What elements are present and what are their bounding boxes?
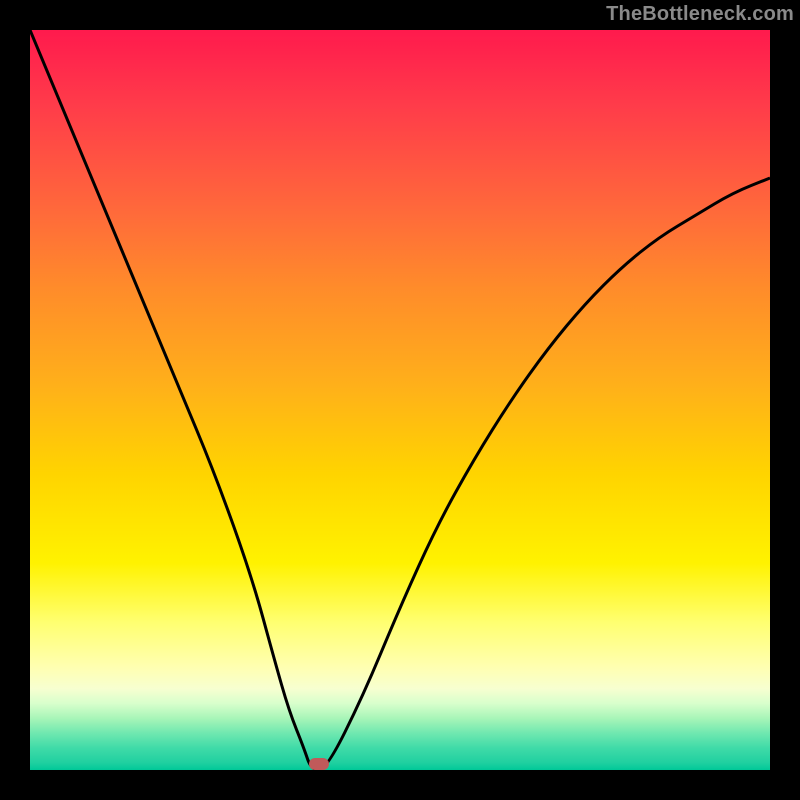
minimum-marker: [309, 758, 329, 770]
plot-area: [30, 30, 770, 770]
chart-frame: TheBottleneck.com: [0, 0, 800, 800]
curve-svg: [30, 30, 770, 770]
bottleneck-curve: [30, 30, 770, 770]
watermark-text: TheBottleneck.com: [606, 3, 794, 26]
